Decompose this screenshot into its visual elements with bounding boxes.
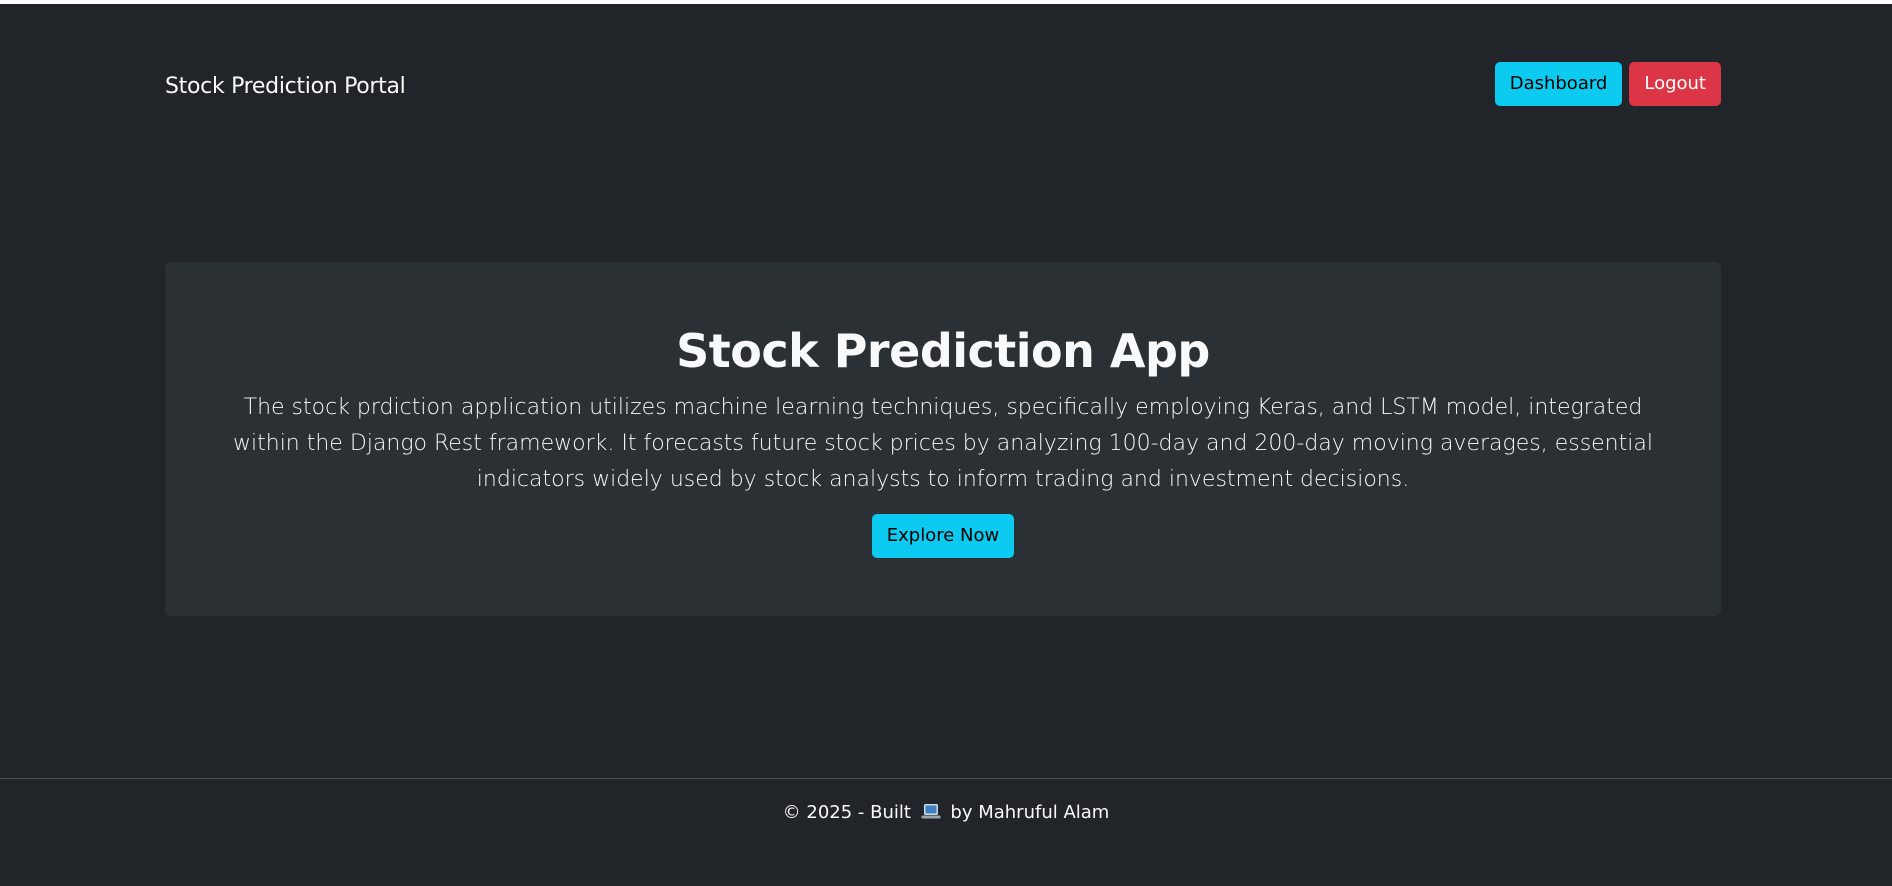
explore-now-button[interactable]: Explore Now — [871, 514, 1015, 558]
navbar: Stock Prediction Portal Dashboard Logout — [165, 62, 1721, 114]
nav-buttons: Dashboard Logout — [1494, 62, 1721, 106]
footer: © 2025 - Built by Mahruful Alam — [0, 802, 1892, 823]
footer-divider — [0, 778, 1892, 779]
hero-card: Stock Prediction App The stock prdiction… — [165, 262, 1721, 616]
app-container: Stock Prediction Portal Dashboard Logout… — [0, 4, 1892, 886]
dashboard-button[interactable]: Dashboard — [1494, 62, 1623, 106]
hero-description: The stock prdiction application utilizes… — [233, 395, 1653, 492]
brand-link[interactable]: Stock Prediction Portal — [165, 74, 406, 99]
logout-button[interactable]: Logout — [1629, 62, 1721, 106]
hero-title: Stock Prediction App — [676, 324, 1210, 378]
hero-cta-wrapper: Explore Now — [165, 514, 1721, 558]
footer-copyright: © 2025 - Built — [782, 802, 911, 823]
laptop-icon — [921, 803, 941, 821]
footer-author: by Mahruful Alam — [950, 802, 1110, 823]
